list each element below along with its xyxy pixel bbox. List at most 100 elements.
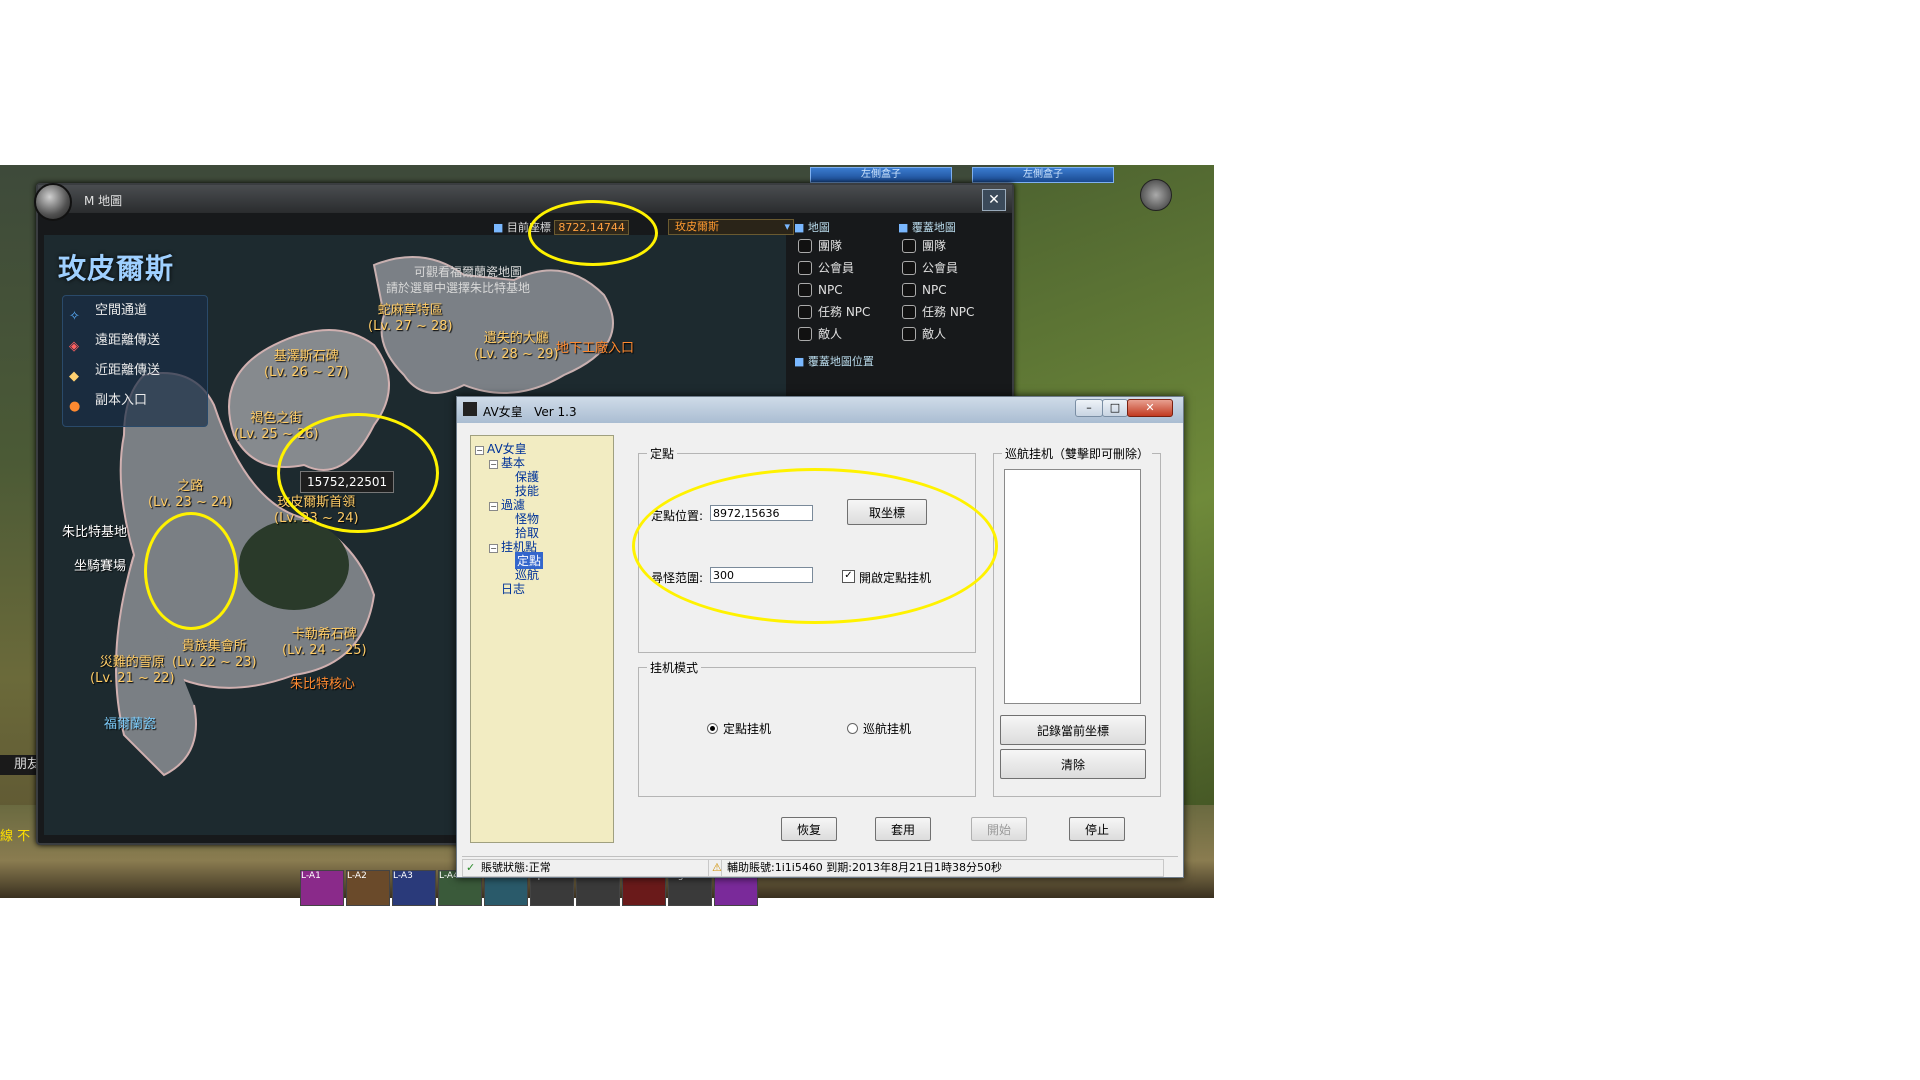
compass-icon[interactable] — [1140, 179, 1172, 211]
map-label[interactable]: 基澤斯石碑 (Lv. 26 ~ 27) — [264, 349, 349, 381]
dungeon-icon: ● — [69, 399, 81, 414]
warning-icon: ⚠ — [712, 861, 722, 874]
collapse-icon: − — [489, 502, 498, 511]
filter-column-map: ■ 地圖 團隊 公會員 NPC 任務 NPC 敵人 — [794, 219, 894, 345]
collapse-icon: − — [489, 544, 498, 553]
filter-header: ■ 覆蓋地圖 — [898, 221, 956, 234]
status-bar: ✓ 賬號狀態:正常 ⚠ 輔助賬號:1i1i5460 到期:2013年8月21日1時3… — [462, 856, 1178, 877]
mode-patrol-label: 巡航挂机 — [863, 722, 912, 736]
fixed-pos-label: 定點位置: — [651, 509, 704, 523]
close-icon[interactable]: ✕ — [982, 189, 1006, 211]
restore-button[interactable]: 恢复 — [781, 817, 837, 841]
map-label[interactable]: 玫皮爾斯首領 (Lv. 23 ~ 24) — [274, 495, 359, 527]
legend-label: 空間通道 — [95, 303, 148, 318]
mode-fixed-label: 定點挂机 — [723, 722, 772, 736]
map-label[interactable]: 遺失的大廳 (Lv. 28 ~ 29) — [474, 331, 559, 363]
dialog-title: AV女皇 Ver 1.3 — [483, 405, 577, 419]
skill-slot[interactable]: L-A3 — [392, 870, 436, 906]
enable-fixed-label: 開啟定點挂机 — [859, 571, 932, 585]
filter-column-overlay: ■ 覆蓋地圖 團隊 公會員 NPC 任務 NPC 敵人 — [898, 219, 998, 345]
group-title: 定點 — [647, 445, 678, 462]
filter-header: ■ 地圖 — [794, 221, 830, 234]
coord-display: ■ 目前座標 8722,14744 — [493, 219, 629, 235]
bot-dialog: AV女皇 Ver 1.3 – □ ✕ − AV女皇 − 基本 保護 技能 − 過濾 怪… — [456, 396, 1184, 878]
legend-label: 遠距離傳送 — [95, 333, 161, 348]
legend-short-teleport: ◆ 近距離傳送 — [63, 356, 207, 386]
close-button[interactable]: ✕ — [1127, 399, 1173, 417]
skill-slot[interactable]: L-A2 — [346, 870, 390, 906]
map-label[interactable]: 災難的雪原 (Lv. 21 ~ 22) — [90, 655, 175, 687]
map-label[interactable]: 褐色之街 (Lv. 25 ~ 26) — [234, 411, 319, 443]
range-input[interactable]: 300 — [710, 567, 813, 583]
short-teleport-icon: ◆ — [69, 369, 79, 384]
patrol-list[interactable] — [1004, 469, 1141, 704]
filter-checkbox[interactable]: NPC — [794, 279, 894, 301]
zone-select[interactable]: 玫皮爾斯 ▾ — [668, 219, 794, 235]
filter-checkbox[interactable]: 團隊 — [794, 235, 894, 257]
legend-label: 副本入口 — [95, 393, 148, 408]
space-channel-icon: ✧ — [69, 309, 80, 324]
collapse-icon: − — [475, 446, 484, 455]
map-titlebar[interactable]: M 地圖 ✕ — [34, 183, 1012, 221]
map-label[interactable]: 朱比特核心 — [290, 677, 355, 693]
legend-long-teleport: ◈ 遠距離傳送 — [63, 326, 207, 356]
map-window-title: M 地圖 — [84, 194, 123, 208]
zone-name: 玫皮爾斯 — [58, 252, 175, 285]
range-label: 尋怪范圍: — [651, 571, 704, 585]
map-orb-icon — [34, 183, 72, 221]
map-label[interactable]: 貴族集會所 (Lv. 22 ~ 23) — [172, 639, 257, 671]
legend-dungeon: ● 副本入口 — [63, 386, 207, 416]
filter-checkbox[interactable]: 公會員 — [898, 257, 998, 279]
map-tooltip: 15752,22501 — [300, 471, 395, 493]
get-coord-button[interactable]: 取坐標 — [847, 499, 927, 525]
filter-checkbox[interactable]: NPC — [898, 279, 998, 301]
dark-forest — [239, 520, 349, 610]
map-label[interactable]: 朱比特基地 — [62, 525, 127, 541]
map-label[interactable]: 福爾蘭瓷 — [104, 717, 156, 733]
map-filter-panel: ■ 地圖 團隊 公會員 NPC 任務 NPC 敵人 ■ 覆蓋地圖 團隊 公會員 … — [794, 219, 1004, 419]
status-account: ✓ 賬號狀態:正常 — [462, 859, 722, 877]
filter-checkbox[interactable]: 公會員 — [794, 257, 894, 279]
collapse-icon: − — [489, 460, 498, 469]
mode-patrol-radio[interactable] — [847, 723, 858, 734]
app-icon — [463, 402, 477, 416]
coord-value: 8722,14744 — [554, 220, 629, 235]
fixed-pos-input[interactable]: 8972,15636 — [710, 505, 813, 521]
clear-button[interactable]: 清除 — [1000, 749, 1146, 779]
overlay-pos-label: ■ 覆蓋地圖位置 — [794, 355, 874, 368]
map-label[interactable]: 卡勒希石碑 (Lv. 24 ~ 25) — [282, 627, 367, 659]
chat-text: 線 不 — [0, 829, 31, 844]
zone-select-value: 玫皮爾斯 — [675, 220, 719, 233]
map-label[interactable]: 之路 (Lv. 23 ~ 24) — [148, 479, 233, 511]
coord-label: 目前座標 — [506, 221, 551, 234]
map-label[interactable]: 坐騎賽場 — [74, 559, 126, 575]
map-label[interactable]: 蛇麻草特區 (Lv. 27 ~ 28) — [368, 303, 453, 335]
map-legend: ✧ 空間通道 ◈ 遠距離傳送 ◆ 近距離傳送 ● 副本入口 — [62, 295, 208, 427]
map-hint-2: 請於選單中選擇朱比特基地 — [385, 281, 530, 295]
minimize-button[interactable]: – — [1075, 399, 1103, 417]
record-coord-button[interactable]: 記錄當前坐標 — [1000, 715, 1146, 745]
enable-fixed-checkbox[interactable]: ✓ — [842, 570, 855, 583]
fixed-group: 定點 — [638, 445, 976, 653]
filter-checkbox[interactable]: 任務 NPC — [794, 301, 894, 323]
start-button[interactable]: 開始 — [971, 817, 1027, 841]
check-icon: ✓ — [466, 861, 476, 874]
dialog-titlebar[interactable]: AV女皇 Ver 1.3 – □ ✕ — [457, 397, 1183, 423]
tree-node-log[interactable]: 日志 — [501, 580, 525, 597]
filter-checkbox[interactable]: 敵人 — [898, 323, 998, 345]
apply-button[interactable]: 套用 — [875, 817, 931, 841]
mode-fixed-radio[interactable] — [707, 723, 718, 734]
filter-checkbox[interactable]: 任務 NPC — [898, 301, 998, 323]
top-tab-2[interactable]: 左側盒子 — [972, 167, 1114, 183]
map-label[interactable]: 地下工廠入口 — [556, 341, 634, 357]
chevron-down-icon[interactable]: ▾ — [784, 220, 790, 234]
maximize-button[interactable]: □ — [1102, 399, 1128, 417]
status-assist: ⚠ 輔助賬號:1i1i5460 到期:2013年8月21日1時38分50秒 — [708, 859, 1164, 877]
filter-checkbox[interactable]: 敵人 — [794, 323, 894, 345]
filter-checkbox[interactable]: 團隊 — [898, 235, 998, 257]
group-title: 巡航挂机（雙擊即可刪除） — [1002, 445, 1153, 462]
stop-button[interactable]: 停止 — [1069, 817, 1125, 841]
top-tab-1[interactable]: 左側盒子 — [810, 167, 952, 183]
skill-slot[interactable]: L-A1 — [300, 870, 344, 906]
mode-group: 挂机模式 — [638, 659, 976, 797]
